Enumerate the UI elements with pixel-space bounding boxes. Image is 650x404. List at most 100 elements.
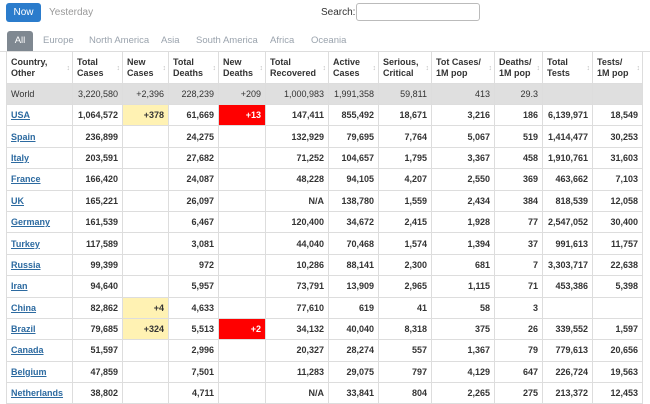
table-cell: +209	[218, 83, 266, 105]
column-header[interactable]: Tests/ 1M pop ↕	[592, 51, 643, 84]
table-cell: 2,547,052	[542, 210, 593, 234]
column-header[interactable]: Country, Other ↕	[6, 51, 73, 84]
table-cell: 453,386	[542, 275, 593, 298]
sort-arrows-icon: ↕	[116, 65, 121, 72]
table-cell: 6,139,971	[542, 103, 593, 127]
table-cell: +4	[122, 296, 169, 319]
country-link[interactable]: Canada	[11, 345, 44, 355]
table-cell	[122, 253, 169, 277]
column-header-label: Serious, Critical	[383, 56, 419, 78]
table-cell: 30,400	[592, 210, 643, 234]
table-cell: 104,657	[328, 146, 379, 170]
table-row: Spain 236,899 24,275 132,929 79,695 7,764 5,06…	[6, 125, 643, 148]
table-cell: 2,965	[378, 275, 432, 298]
country-link[interactable]: Russia	[11, 260, 41, 270]
table-cell: 7	[494, 253, 543, 277]
table-cell: 3	[494, 296, 543, 319]
column-header[interactable]: Active Cases ↕	[328, 51, 379, 84]
country-link[interactable]: Iran	[11, 281, 28, 291]
table-cell: 44,040	[265, 232, 329, 255]
yesterday-button[interactable]: Yesterday	[49, 3, 93, 22]
table-cell: 71,252	[265, 146, 329, 170]
sort-arrows-icon: ↕	[586, 65, 591, 72]
table-cell: 13,909	[328, 275, 379, 298]
table-cell: 2,434	[431, 189, 495, 212]
table-cell: 458	[494, 146, 543, 170]
tab-north-america[interactable]: North America	[89, 31, 149, 51]
country-link[interactable]: USA	[11, 110, 30, 120]
table-cell: 73,791	[265, 275, 329, 298]
column-header[interactable]: New Deaths ↕	[218, 51, 266, 84]
column-header-label: New Deaths	[223, 56, 254, 78]
table-cell: 779,613	[542, 339, 593, 362]
table-cell	[542, 83, 593, 105]
table-cell: 1,597	[592, 317, 643, 341]
column-header[interactable]: Total Recovered ↕	[265, 51, 329, 84]
sort-arrows-icon: ↕	[372, 65, 377, 72]
column-header-label: Deaths/ 1M pop	[499, 56, 532, 78]
tab-asia[interactable]: Asia	[161, 31, 179, 51]
table-cell	[218, 360, 266, 384]
column-header[interactable]: New Cases ↕	[122, 51, 169, 84]
column-header-label: Total Tests	[547, 56, 570, 78]
tab-europe[interactable]: Europe	[43, 31, 74, 51]
table-cell: 1,574	[378, 232, 432, 255]
country-link[interactable]: Netherlands	[11, 388, 63, 398]
table-cell: 5,398	[592, 275, 643, 298]
sort-arrows-icon: ↕	[488, 65, 493, 72]
table-cell: 6,467	[168, 210, 219, 234]
table-cell: 29.3	[494, 83, 543, 105]
column-header[interactable]: Total Tests ↕	[542, 51, 593, 84]
table-cell: 79,685	[72, 317, 123, 341]
table-cell: 1,064,572	[72, 103, 123, 127]
search-input[interactable]	[356, 3, 480, 21]
table-cell: 519	[494, 125, 543, 148]
table-cell	[122, 275, 169, 298]
table-cell: 2,300	[378, 253, 432, 277]
table-cell: 19,563	[592, 360, 643, 384]
tab-oceania[interactable]: Oceania	[311, 31, 346, 51]
table-cell: +13	[218, 103, 266, 127]
column-header[interactable]: Total Deaths ↕	[168, 51, 219, 84]
tab-africa[interactable]: Africa	[270, 31, 294, 51]
table-cell	[218, 296, 266, 319]
column-header[interactable]: Tot Cases/ 1M pop ↕	[431, 51, 495, 84]
country-link[interactable]: China	[11, 303, 36, 313]
table-cell: 12,058	[592, 189, 643, 212]
country-link[interactable]: Brazil	[11, 324, 36, 334]
table-row: France 166,420 24,087 48,228 94,105 4,207 2,55…	[6, 168, 643, 191]
tab-south-america[interactable]: South America	[196, 31, 258, 51]
table-row: Netherlands 38,802 4,711 N/A 33,841 804 2,265 2…	[6, 382, 643, 404]
table-cell: 79,695	[328, 125, 379, 148]
country-link[interactable]: Germany	[11, 217, 50, 227]
country-link[interactable]: Spain	[11, 132, 36, 142]
country-cell: UK	[6, 189, 73, 212]
country-link[interactable]: Italy	[11, 153, 29, 163]
table-cell: 29,075	[328, 360, 379, 384]
table-cell: 26	[494, 317, 543, 341]
country-cell: Iran	[6, 275, 73, 298]
country-link[interactable]: France	[11, 174, 41, 184]
table-cell	[218, 253, 266, 277]
table-cell	[218, 168, 266, 191]
country-link[interactable]: Belgium	[11, 367, 47, 377]
country-link[interactable]: Turkey	[11, 239, 40, 249]
table-cell: 61,669	[168, 103, 219, 127]
country-cell: Turkey	[6, 232, 73, 255]
tab-all[interactable]: All	[7, 31, 33, 51]
table-cell: 2,415	[378, 210, 432, 234]
country-link[interactable]: UK	[11, 196, 24, 206]
table-header: Country, Other ↕ Total Cases ↕ New Cases ↕ Tot…	[6, 51, 643, 84]
column-header[interactable]: Serious, Critical ↕	[378, 51, 432, 84]
table-cell: 1,795	[378, 146, 432, 170]
world-row: World 3,220,580 +2,396 228,239 +209 1,000,983…	[6, 83, 643, 105]
table-cell: 138,780	[328, 189, 379, 212]
column-header[interactable]: Deaths/ 1M pop ↕	[494, 51, 543, 84]
now-button[interactable]: Now	[6, 3, 41, 22]
table-cell: 1,394	[431, 232, 495, 255]
column-header[interactable]: Total Cases ↕	[72, 51, 123, 84]
table-cell: 24,275	[168, 125, 219, 148]
table-cell	[122, 339, 169, 362]
table-cell	[122, 382, 169, 404]
table-cell: 186	[494, 103, 543, 127]
